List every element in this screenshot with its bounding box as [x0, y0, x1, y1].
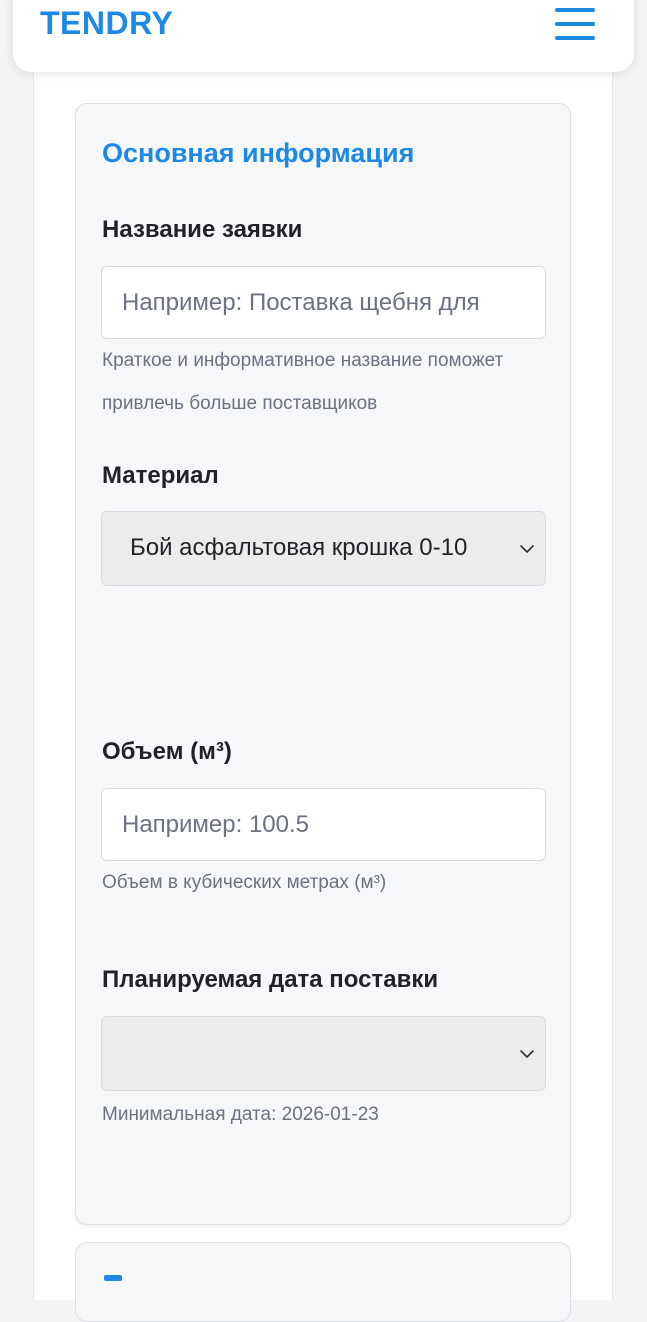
material-select[interactable]: Бой асфальтовая крошка 0-10: [101, 511, 546, 586]
menu-bar: [555, 36, 595, 40]
delivery-date-hint: Минимальная дата: 2026-01-23: [102, 1104, 379, 1125]
volume-hint: Объем в кубических метрах (м³): [102, 872, 387, 893]
chevron-down-icon: [520, 544, 534, 553]
logo[interactable]: TENDRY: [40, 5, 173, 42]
request-name-input[interactable]: [101, 266, 546, 339]
hamburger-menu-icon[interactable]: [553, 5, 597, 45]
delivery-date-select[interactable]: [101, 1016, 546, 1091]
volume-input[interactable]: [101, 788, 546, 861]
delivery-date-label: Планируемая дата поставки: [102, 966, 439, 993]
material-label: Материал: [102, 462, 219, 489]
next-section-title-peek: [104, 1275, 122, 1281]
chevron-down-icon: [520, 1049, 534, 1058]
request-name-hint: Краткое и информативное название поможет…: [102, 350, 504, 414]
section-title: Основная информация: [102, 138, 415, 168]
material-selected-value: Бой асфальтовая крошка 0-10: [130, 534, 468, 561]
basic-info-card: Основная информация Название заявки Крат…: [75, 103, 571, 1225]
menu-bar: [555, 22, 595, 26]
volume-label: Объем (м³): [102, 738, 232, 765]
next-card: [75, 1242, 571, 1322]
menu-bar: [555, 8, 595, 12]
request-name-label: Название заявки: [102, 216, 303, 243]
top-header: TENDRY: [13, 0, 634, 72]
